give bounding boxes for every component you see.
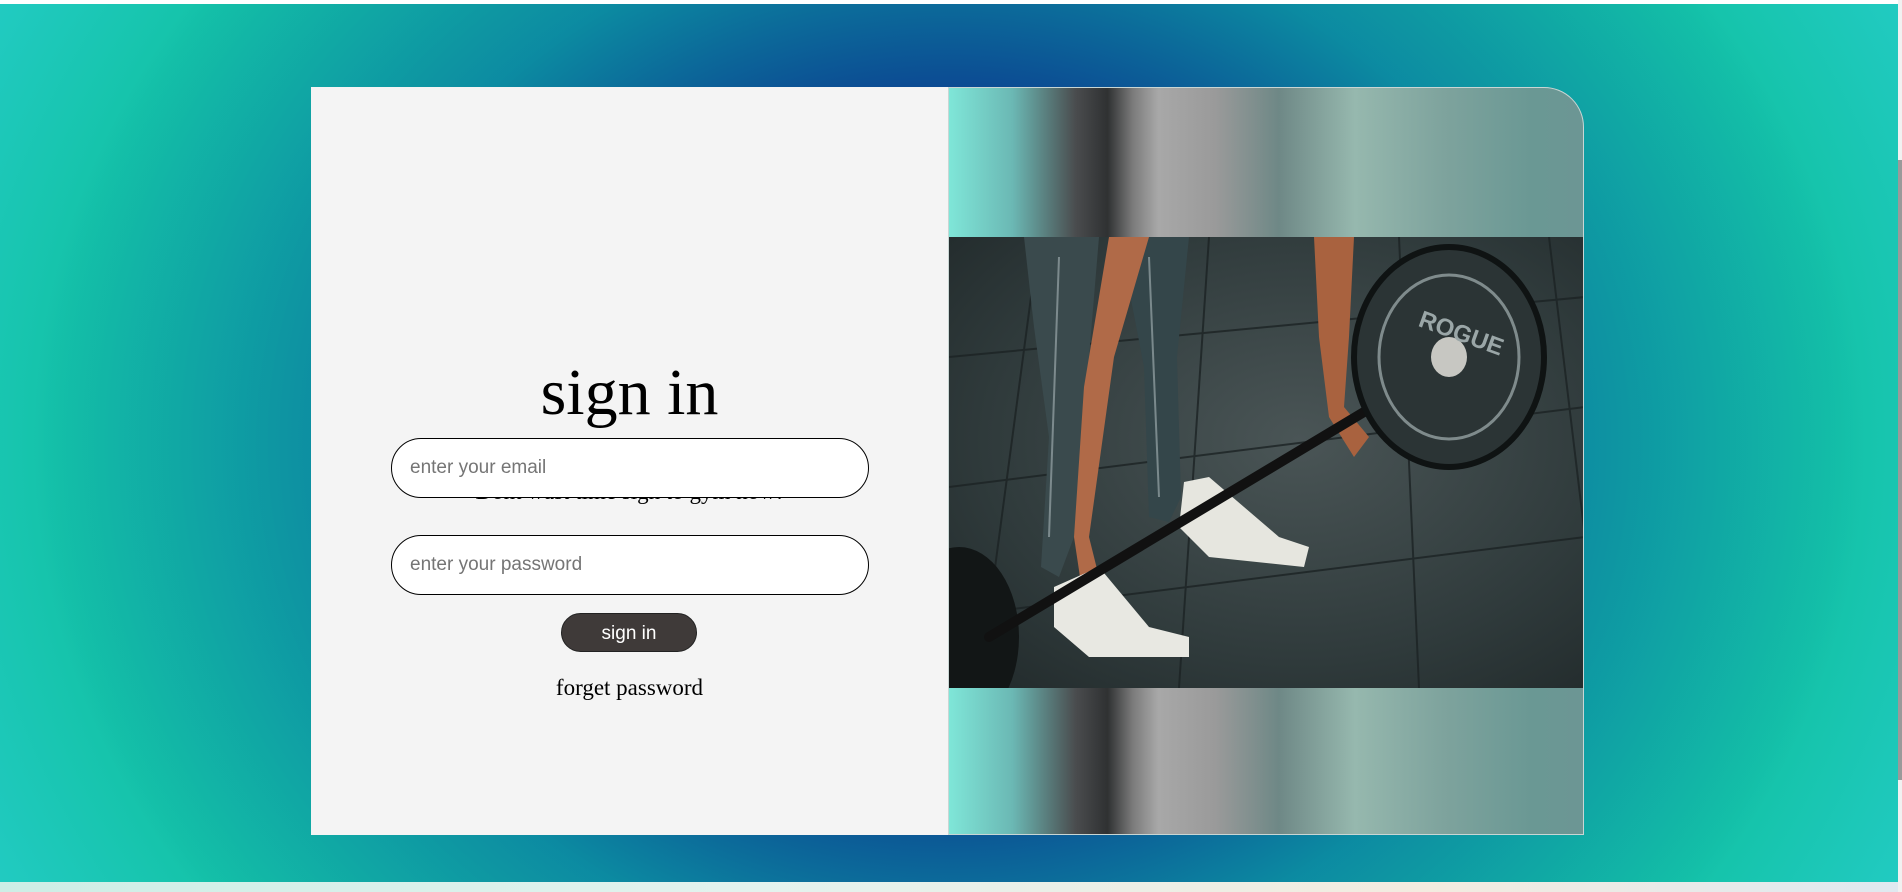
right-shoe <box>1179 477 1309 567</box>
login-card: sign in Dont wast time sign to gym now! … <box>311 87 1584 835</box>
left-plate <box>949 547 1019 688</box>
page-title: sign in <box>540 356 719 429</box>
email-field[interactable] <box>391 438 869 498</box>
bottom-strip <box>0 882 1902 892</box>
sign-in-button[interactable]: sign in <box>561 613 697 652</box>
scrollbar[interactable] <box>1898 0 1902 892</box>
password-field[interactable] <box>391 535 869 595</box>
forget-password-link[interactable]: forget password <box>311 673 948 703</box>
image-panel: ROGUE <box>948 87 1584 835</box>
deadlift-illustration: ROGUE <box>949 237 1583 688</box>
gym-photo: ROGUE <box>949 237 1583 688</box>
login-form-panel: sign in Dont wast time sign to gym now! … <box>311 87 948 835</box>
scrollbar-thumb[interactable] <box>1898 160 1902 780</box>
